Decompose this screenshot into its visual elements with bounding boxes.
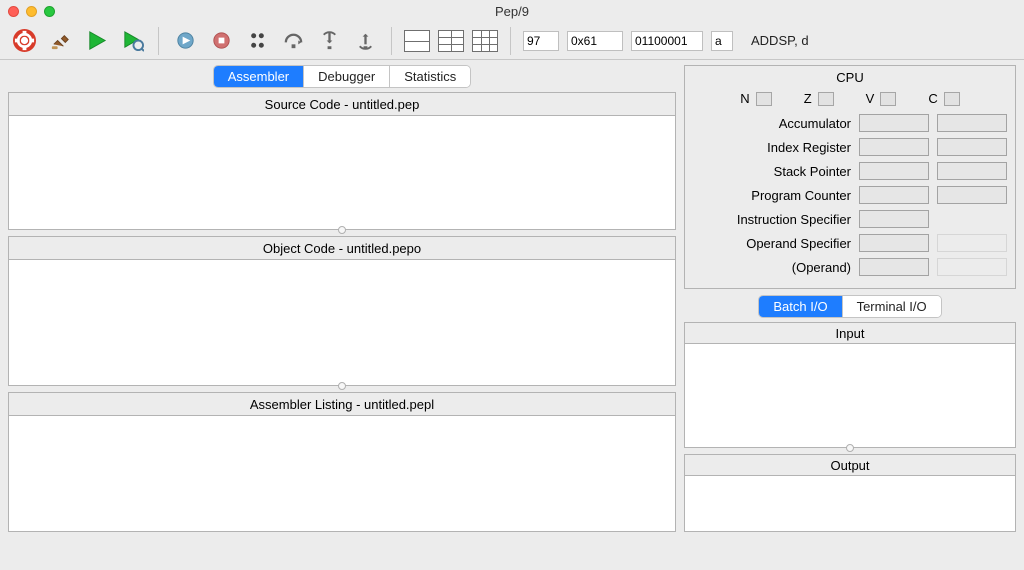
stack-pointer-label: Stack Pointer	[693, 164, 851, 179]
operand-specifier-hex	[859, 234, 929, 252]
toolbar-separator	[510, 27, 511, 55]
splitter-handle-icon[interactable]	[338, 226, 346, 234]
assembler-listing-view[interactable]	[9, 416, 675, 531]
source-code-title: Source Code - untitled.pep	[9, 93, 675, 116]
cpu-panel: CPU N Z V C Accumulator Index Register S…	[684, 65, 1016, 289]
tab-assembler[interactable]: Assembler	[214, 66, 304, 87]
mnemonic-label: ADDSP, d	[751, 33, 809, 48]
flag-z-label: Z	[804, 91, 812, 106]
debug-stop-icon[interactable]	[207, 27, 235, 55]
output-panel: Output	[684, 454, 1016, 532]
flag-c-label: C	[928, 91, 937, 106]
stack-pointer-dec	[937, 162, 1007, 180]
splitter-handle-icon[interactable]	[338, 382, 346, 390]
help-icon[interactable]	[10, 27, 38, 55]
layout-split3-icon[interactable]	[472, 30, 498, 52]
toolbar-separator	[391, 27, 392, 55]
output-textarea[interactable]	[685, 476, 1015, 531]
instruction-specifier-label: Instruction Specifier	[693, 212, 851, 227]
cpu-flags: N Z V C	[693, 91, 1007, 106]
accumulator-dec	[937, 114, 1007, 132]
step-icon[interactable]	[243, 27, 271, 55]
flag-n-box	[756, 92, 772, 106]
hex-field[interactable]	[567, 31, 623, 51]
source-code-panel: Source Code - untitled.pep	[8, 92, 676, 230]
step-over-icon[interactable]	[279, 27, 307, 55]
assembler-listing-panel: Assembler Listing - untitled.pepl	[8, 392, 676, 532]
operand-dec	[937, 258, 1007, 276]
toolbar: ADDSP, d	[0, 22, 1024, 60]
tab-statistics[interactable]: Statistics	[390, 66, 470, 87]
bin-field[interactable]	[631, 31, 703, 51]
accumulator-hex	[859, 114, 929, 132]
window-title: Pep/9	[0, 4, 1024, 19]
dec-field[interactable]	[523, 31, 559, 51]
program-counter-hex	[859, 186, 929, 204]
maximize-icon[interactable]	[44, 6, 55, 17]
flag-c-box	[944, 92, 960, 106]
flag-v-box	[880, 92, 896, 106]
cpu-title: CPU	[693, 66, 1007, 91]
content-area: Assembler Debugger Statistics Source Cod…	[0, 60, 1024, 570]
editor-panels: Source Code - untitled.pep Object Code -…	[8, 92, 676, 566]
toolbar-separator	[158, 27, 159, 55]
index-register-dec	[937, 138, 1007, 156]
operand-label: (Operand)	[693, 260, 851, 275]
stack-pointer-hex	[859, 162, 929, 180]
program-counter-label: Program Counter	[693, 188, 851, 203]
step-into-icon[interactable]	[315, 27, 343, 55]
window-controls	[0, 6, 55, 17]
assembler-listing-title: Assembler Listing - untitled.pepl	[9, 393, 675, 416]
run-icon[interactable]	[82, 27, 110, 55]
titlebar: Pep/9	[0, 0, 1024, 22]
io-section: Batch I/O Terminal I/O Input Output	[684, 295, 1016, 566]
program-counter-dec	[937, 186, 1007, 204]
debug-start-icon[interactable]	[171, 27, 199, 55]
left-column: Assembler Debugger Statistics Source Cod…	[0, 60, 684, 570]
accumulator-label: Accumulator	[693, 116, 851, 131]
splitter-handle-icon[interactable]	[846, 444, 854, 452]
step-out-icon[interactable]	[351, 27, 379, 55]
close-icon[interactable]	[8, 6, 19, 17]
flag-n-label: N	[740, 91, 749, 106]
tab-terminal-io[interactable]: Terminal I/O	[843, 296, 941, 317]
tab-batch-io[interactable]: Batch I/O	[759, 296, 842, 317]
main-tabs: Assembler Debugger Statistics	[8, 65, 676, 88]
input-textarea[interactable]	[685, 344, 1015, 447]
char-field[interactable]	[711, 31, 733, 51]
input-title: Input	[685, 323, 1015, 344]
tab-debugger[interactable]: Debugger	[304, 66, 390, 87]
right-column: CPU N Z V C Accumulator Index Register S…	[684, 60, 1024, 570]
build-icon[interactable]	[46, 27, 74, 55]
object-code-title: Object Code - untitled.pepo	[9, 237, 675, 260]
object-code-panel: Object Code - untitled.pepo	[8, 236, 676, 386]
minimize-icon[interactable]	[26, 6, 37, 17]
layout-single-icon[interactable]	[404, 30, 430, 52]
source-code-editor[interactable]	[9, 116, 675, 229]
run-object-icon[interactable]	[118, 27, 146, 55]
flag-v-label: V	[866, 91, 875, 106]
object-code-editor[interactable]	[9, 260, 675, 385]
output-title: Output	[685, 455, 1015, 476]
input-panel: Input	[684, 322, 1016, 448]
operand-specifier-dec	[937, 234, 1007, 252]
flag-z-box	[818, 92, 834, 106]
operand-specifier-label: Operand Specifier	[693, 236, 851, 251]
operand-hex	[859, 258, 929, 276]
layout-split2-icon[interactable]	[438, 30, 464, 52]
index-register-hex	[859, 138, 929, 156]
index-register-label: Index Register	[693, 140, 851, 155]
instruction-specifier-val	[859, 210, 929, 228]
